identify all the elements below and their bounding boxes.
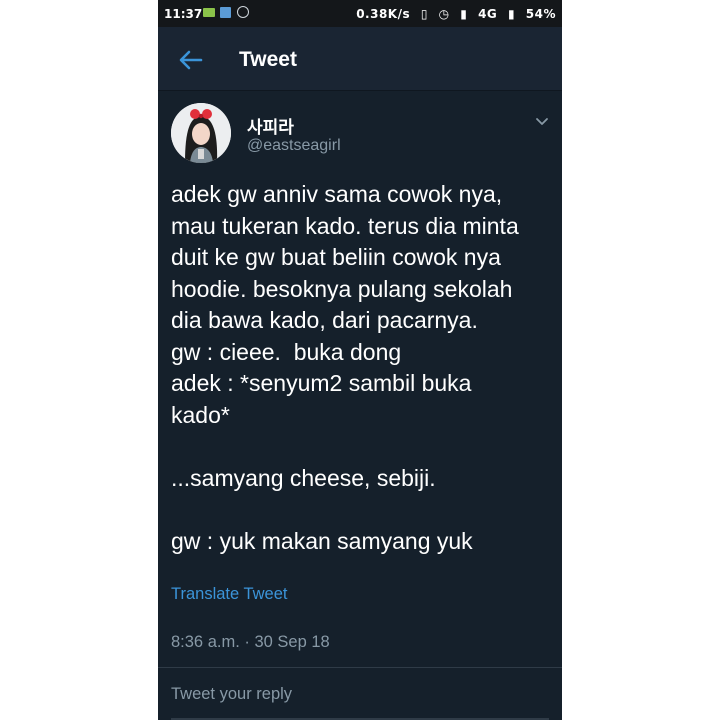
translate-tweet-link[interactable]: Translate Tweet bbox=[171, 585, 287, 604]
avatar-image bbox=[171, 103, 231, 163]
status-time: 11:37 bbox=[164, 7, 203, 21]
display-name[interactable]: 사피라 bbox=[247, 113, 294, 138]
chevron-down-icon[interactable] bbox=[534, 113, 550, 129]
tweet-timestamp: 8:36 a.m. · 30 Sep 18 bbox=[171, 633, 330, 651]
network-type: 4G bbox=[478, 7, 498, 21]
network-speed: 0.38K/s bbox=[356, 7, 411, 21]
circle-notification-icon bbox=[237, 6, 249, 18]
status-bar: 11:37 0.38K/s ▯ ◷ ▮ 4G ▮ 54% bbox=[158, 0, 562, 27]
app-header: Tweet bbox=[158, 27, 562, 91]
arrow-left-icon[interactable] bbox=[176, 45, 206, 75]
reply-input[interactable]: Tweet your reply bbox=[171, 685, 292, 704]
battery-level: 54% bbox=[525, 7, 556, 21]
page-title: Tweet bbox=[239, 48, 297, 71]
vibrate-icon: ▯ bbox=[420, 7, 428, 21]
tweet-text: adek gw anniv sama cowok nya, mau tukera… bbox=[171, 181, 519, 554]
message-notification-icon bbox=[203, 8, 215, 17]
phone-screen: 11:37 0.38K/s ▯ ◷ ▮ 4G ▮ 54% Tweet 사피라 @… bbox=[158, 0, 562, 720]
reply-bar: Tweet your reply bbox=[158, 668, 562, 720]
battery-icon: ▮ bbox=[507, 7, 516, 21]
signal-icon: ▮ bbox=[460, 7, 468, 21]
alarm-icon: ◷ bbox=[438, 7, 450, 21]
status-indicators: 0.38K/s ▯ ◷ ▮ 4G ▮ 54% bbox=[350, 7, 556, 21]
avatar[interactable] bbox=[171, 103, 231, 163]
user-handle[interactable]: @eastseagirl bbox=[247, 137, 341, 155]
image-notification-icon bbox=[220, 7, 231, 18]
